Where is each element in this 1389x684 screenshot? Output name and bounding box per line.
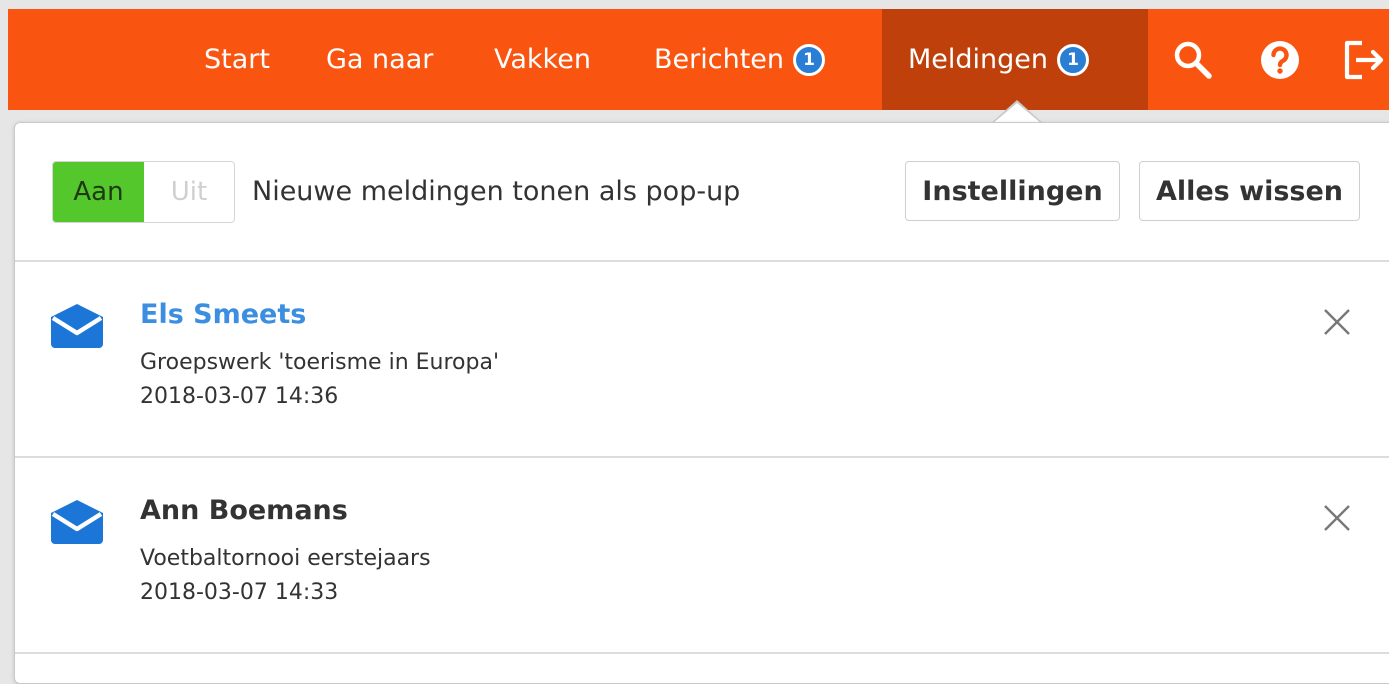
notification-divider bbox=[15, 652, 1389, 654]
notification-subject: Voetbaltornooi eerstejaars bbox=[140, 546, 431, 571]
notification-sender[interactable]: Ann Boemans bbox=[140, 495, 348, 526]
nav-ga-naar[interactable]: Ga naar bbox=[326, 9, 433, 110]
nav-ga-naar-label: Ga naar bbox=[326, 44, 434, 75]
help-icon[interactable] bbox=[1260, 9, 1300, 110]
nav-berichten[interactable]: Berichten 1 bbox=[654, 9, 826, 110]
notification-subject: Groepswerk 'toerisme in Europa' bbox=[140, 350, 499, 375]
nav-meldingen-label: Meldingen bbox=[908, 44, 1049, 75]
notification-sender[interactable]: Els Smeets bbox=[140, 299, 306, 330]
nav-meldingen[interactable]: Meldingen 1 bbox=[908, 9, 1090, 110]
popup-toggle[interactable]: Aan Uit bbox=[52, 161, 235, 223]
notification-timestamp: 2018-03-07 14:33 bbox=[140, 580, 339, 605]
logout-icon[interactable] bbox=[1341, 9, 1389, 110]
popover-caret-fill bbox=[992, 103, 1042, 124]
nav-berichten-label: Berichten bbox=[654, 44, 785, 75]
popup-toggle-label: Nieuwe meldingen tonen als pop-up bbox=[252, 175, 741, 207]
notifications-panel: Aan Uit Nieuwe meldingen tonen als pop-u… bbox=[14, 122, 1389, 684]
search-icon[interactable] bbox=[1172, 9, 1214, 110]
notification-timestamp: 2018-03-07 14:36 bbox=[140, 384, 339, 409]
envelope-icon bbox=[51, 304, 103, 348]
nav-start[interactable]: Start bbox=[204, 9, 270, 110]
nav-start-label: Start bbox=[204, 44, 270, 75]
toggle-off-option[interactable]: Uit bbox=[144, 162, 234, 222]
notification-item[interactable]: Els Smeets Groepswerk 'toerisme in Europ… bbox=[15, 262, 1389, 457]
nav-vakken[interactable]: Vakken bbox=[494, 9, 591, 110]
envelope-icon bbox=[51, 500, 103, 544]
berichten-count-badge: 1 bbox=[793, 43, 826, 76]
notification-item[interactable]: Ann Boemans Voetbaltornooi eerstejaars 2… bbox=[15, 458, 1389, 653]
meldingen-count-badge: 1 bbox=[1057, 43, 1090, 76]
close-icon[interactable] bbox=[1322, 503, 1352, 533]
toggle-on-option[interactable]: Aan bbox=[53, 162, 144, 222]
clear-all-button[interactable]: Alles wissen bbox=[1139, 161, 1360, 221]
settings-button[interactable]: Instellingen bbox=[905, 161, 1120, 221]
top-navigation-bar: Start Ga naar Vakken Berichten 1 Melding… bbox=[8, 9, 1389, 110]
close-icon[interactable] bbox=[1322, 307, 1352, 337]
nav-vakken-label: Vakken bbox=[494, 44, 591, 75]
